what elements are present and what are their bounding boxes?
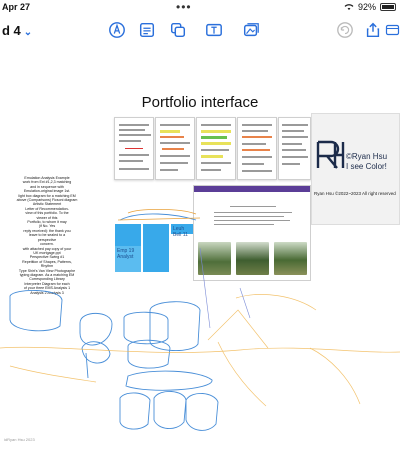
copyright-text: Ryan Hsu ©2022~2023 All right reserved (314, 191, 396, 196)
sticky-note-4[interactable] (143, 246, 169, 272)
text-field-icon[interactable] (203, 20, 225, 40)
logo-card[interactable]: ©Ryan Hsu I see Color! Ryan Hsu ©2022~20… (311, 113, 400, 225)
sticky-note-5[interactable]: Leuh Bell 11 (171, 224, 193, 238)
document-page-5[interactable] (278, 117, 311, 180)
pen-tool-icon[interactable] (106, 20, 128, 40)
rh-logo-icon (316, 140, 345, 169)
text-box-icon[interactable] (136, 20, 158, 40)
sticky-note-2[interactable] (143, 224, 169, 246)
wifi-icon (344, 4, 354, 10)
tree-photo-3 (274, 242, 307, 275)
sticky-note-3[interactable]: Emp 19 Analyst (115, 246, 141, 272)
undo-icon[interactable] (334, 20, 356, 40)
tree-photo-1 (198, 242, 231, 275)
tree-photo-2 (236, 242, 269, 275)
left-text-block[interactable]: Emulation Analysis Example work from Ext … (6, 176, 88, 295)
shapes-icon[interactable] (167, 20, 189, 40)
media-icon[interactable] (240, 20, 262, 40)
status-right: 92% (344, 2, 396, 12)
canvas-watermark: idRyan Hsu 2023 (4, 437, 35, 442)
freeform-canvas[interactable]: Portfolio interface ©Ryan Hsu I see Colo… (0, 48, 400, 450)
board-title-button[interactable]: d 4 ⌄ (2, 23, 32, 38)
battery-icon (380, 3, 396, 11)
status-bar: Apr 27 ••• 92% (0, 0, 400, 14)
toolbar: d 4 ⌄ (0, 14, 400, 48)
options-icon[interactable] (385, 20, 400, 40)
document-page-2[interactable] (155, 117, 195, 180)
chevron-down-icon: ⌄ (23, 27, 33, 38)
board-title: d 4 (2, 23, 21, 38)
page-title: Portfolio interface (141, 94, 259, 111)
document-page-3[interactable] (196, 117, 236, 180)
page-header-band (194, 186, 310, 192)
sticky-note-1[interactable] (115, 224, 141, 246)
photo-analysis-page[interactable] (193, 185, 311, 281)
status-time: Apr 27 (2, 2, 31, 12)
more-dots-icon[interactable]: ••• (176, 0, 192, 14)
document-page-4[interactable] (237, 117, 277, 180)
logo-name: ©Ryan Hsu I see Color! (346, 152, 388, 171)
left-text-line: Analysis 2 Analysis 3 (30, 290, 64, 295)
document-page-1[interactable] (114, 117, 154, 180)
battery-percent: 92% (357, 2, 376, 12)
share-icon[interactable] (362, 20, 384, 40)
